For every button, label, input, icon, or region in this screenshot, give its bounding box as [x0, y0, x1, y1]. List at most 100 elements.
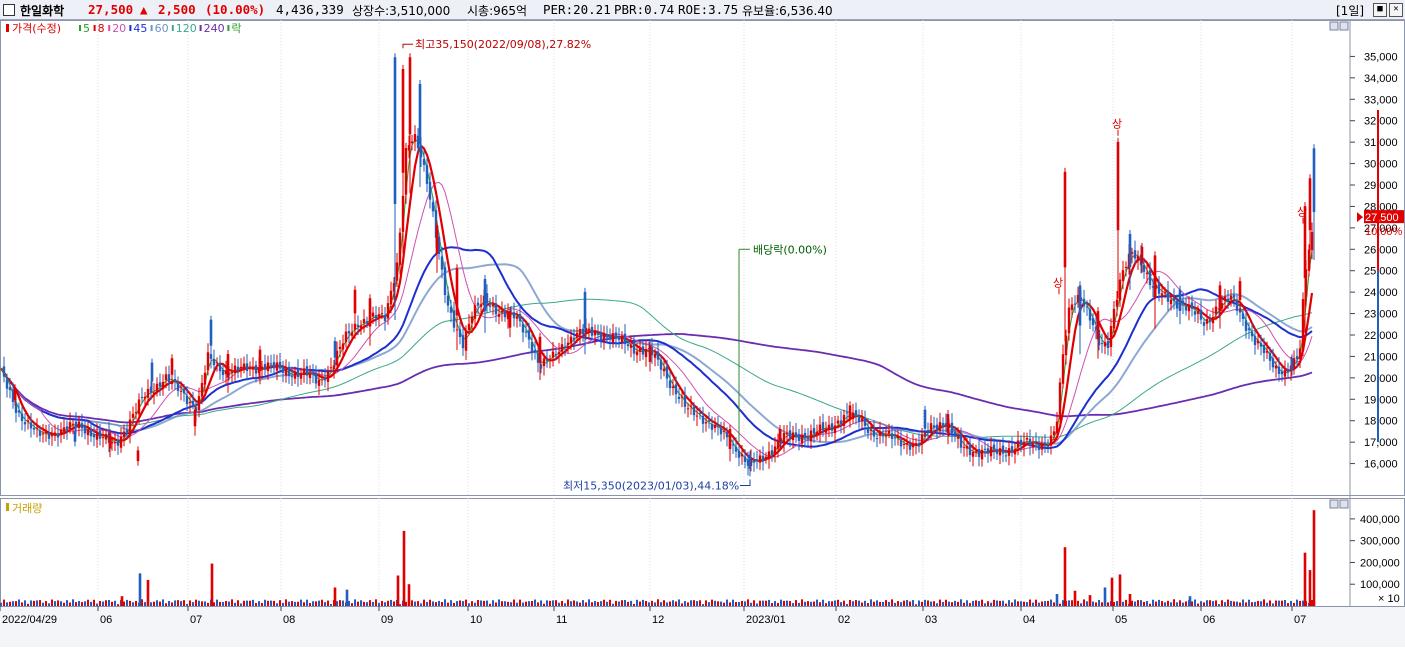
volume-bar: [1266, 602, 1268, 606]
volume-bar: [1173, 599, 1175, 606]
volume-bar: [681, 603, 683, 606]
candle-body: [500, 310, 504, 313]
volume-bar: [21, 602, 23, 606]
volume-bar: [903, 600, 905, 606]
volume-bar: [72, 599, 74, 606]
volume-bar: [252, 599, 254, 606]
volume-bar: [717, 601, 719, 606]
volume-bar: [525, 601, 527, 606]
volume-bar: [315, 601, 317, 606]
volume-bar: [0, 602, 2, 606]
candle-body: [116, 439, 120, 446]
x-tick-label: 10: [470, 614, 482, 626]
volume-bar: [612, 603, 614, 606]
volume-bar: [891, 599, 893, 606]
candle-body: [941, 423, 945, 426]
candle-body: [212, 359, 216, 366]
volume-bar: [819, 602, 821, 606]
current-price: 27,500: [88, 2, 134, 17]
high-annotation: 최고35,150(2022/09/08),27.82%: [415, 38, 591, 51]
candle-body: [1063, 171, 1067, 268]
candle-body: [1004, 455, 1008, 457]
volume-bar: [51, 599, 53, 606]
volume-bar: [771, 603, 773, 606]
candle-body: [602, 333, 606, 341]
candle-body: [761, 455, 765, 462]
candle-body: [479, 304, 483, 307]
volume-bar: [75, 602, 77, 606]
volume-bar: [1071, 600, 1073, 606]
candle-body: [740, 454, 744, 457]
x-tick-label: 03: [925, 614, 937, 626]
volume-bar: [33, 600, 35, 606]
candle-body: [83, 425, 87, 434]
candle-body: [767, 451, 771, 460]
volume-bar: [384, 602, 386, 606]
candle-body: [583, 291, 587, 329]
volume-bar: [279, 600, 281, 606]
candle-body: [860, 418, 864, 421]
volume-bar: [726, 599, 728, 606]
candle-body: [704, 422, 708, 424]
volume-bar: [1134, 601, 1136, 606]
volume-bar: [282, 602, 284, 606]
maximize-icon[interactable]: ■: [1373, 3, 1387, 17]
candle-body: [113, 442, 117, 444]
volume-bar: [672, 600, 674, 606]
volume-bar: [723, 602, 725, 606]
volume-bar: [1131, 600, 1133, 606]
volume-bar: [1158, 599, 1160, 606]
volume-bar: [30, 600, 32, 606]
candle-body: [1235, 299, 1239, 311]
volume-bar: [39, 600, 41, 606]
volume-bar: [924, 599, 926, 606]
volume-bar: [1005, 603, 1007, 606]
candle-body: [62, 427, 66, 432]
candle-body: [983, 448, 987, 450]
candle-body: [824, 428, 828, 433]
select-checkbox[interactable]: [3, 4, 15, 16]
candle-body: [266, 362, 270, 372]
candle-body: [1073, 303, 1077, 305]
volume-bar: [1122, 601, 1124, 606]
candle-body: [764, 456, 768, 460]
legend-marker: [108, 25, 111, 31]
volume-bar: [546, 600, 548, 606]
candle-body: [1163, 292, 1167, 294]
candle-body: [869, 429, 873, 431]
candle-body: [218, 364, 222, 372]
stock-chart[interactable]: 가격(수정) 5 8 20 45 60 120 240 락거래량 16,000 17,000 18,…: [0, 20, 1405, 648]
volume-bar: [621, 600, 623, 606]
volume-bar: [1179, 600, 1181, 606]
volume-bar: [123, 601, 125, 606]
volume-bar: [27, 603, 29, 606]
volume-bar: [1152, 599, 1154, 606]
volume-bar: [387, 600, 389, 606]
price-change: 2,500: [158, 2, 196, 17]
volume-bar: [999, 600, 1001, 606]
volume-bar: [1077, 600, 1079, 606]
volume-bar: [144, 602, 146, 606]
volume-bar: [66, 600, 68, 606]
retention-ratio: 유보율:6,536.40: [742, 4, 833, 18]
volume-bar: [741, 600, 743, 606]
candle-body: [812, 428, 816, 434]
candle-body: [179, 390, 183, 392]
candle-body: [1016, 440, 1020, 448]
volume-bar: [1245, 602, 1247, 606]
candle-body: [311, 372, 315, 374]
candle-body: [680, 396, 684, 398]
volume-bar: [438, 600, 440, 606]
period-selector[interactable]: [1일]: [1336, 2, 1364, 19]
candle-body: [333, 341, 337, 358]
close-icon[interactable]: ✕: [1389, 3, 1403, 17]
stock-name[interactable]: 한일화학: [20, 2, 64, 19]
candle-body: [35, 427, 39, 429]
legend-item: 240: [204, 22, 225, 35]
candle-body: [143, 396, 147, 399]
candle-body: [1214, 306, 1218, 315]
candle-body: [258, 349, 262, 371]
volume-bar: [273, 600, 275, 606]
candle-body: [545, 360, 549, 362]
candle-body: [1055, 421, 1059, 434]
